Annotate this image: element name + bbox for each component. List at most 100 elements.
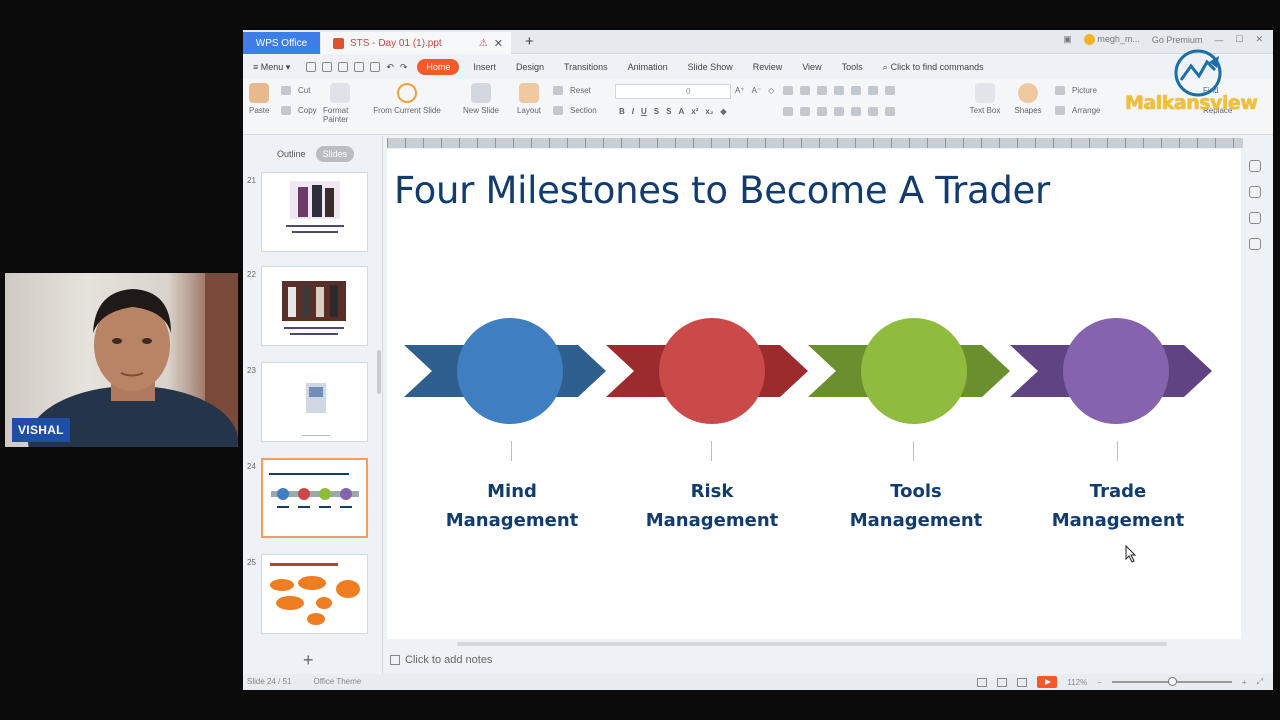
- line-spacing-icon[interactable]: [851, 86, 861, 95]
- animation-pane-icon[interactable]: [1249, 212, 1261, 224]
- zoom-out-icon[interactable]: −: [1097, 678, 1102, 687]
- subscript-icon[interactable]: x₂: [705, 107, 713, 116]
- shadow-icon[interactable]: S: [666, 107, 671, 116]
- slide-thumbnail-24[interactable]: [261, 458, 368, 538]
- strikethrough-icon[interactable]: S: [654, 107, 659, 116]
- tab-review[interactable]: Review: [743, 62, 793, 72]
- slide-canvas[interactable]: Four Milestones to Become A Trader Mind M…: [387, 149, 1241, 639]
- reading-view-icon[interactable]: [1017, 677, 1028, 687]
- tab-transitions[interactable]: Transitions: [554, 62, 618, 72]
- slideshow-play-icon[interactable]: [1037, 676, 1058, 688]
- print-icon[interactable]: [354, 61, 365, 72]
- normal-view-icon[interactable]: [977, 677, 988, 687]
- redo-icon[interactable]: ↷: [400, 62, 408, 73]
- fit-window-icon[interactable]: ⤢: [1257, 677, 1263, 687]
- format-painter-button[interactable]: Format Painter: [323, 83, 357, 124]
- numbering-icon[interactable]: [800, 86, 810, 95]
- preview-icon[interactable]: [370, 61, 381, 72]
- object-properties-icon[interactable]: [1249, 160, 1261, 172]
- smartart-icon[interactable]: [885, 107, 895, 116]
- slide-title[interactable]: Four Milestones to Become A Trader: [394, 169, 1050, 212]
- font-color-icon[interactable]: A: [678, 107, 684, 116]
- cut-button[interactable]: Cut: [281, 86, 310, 95]
- text-box-button[interactable]: Text Box: [967, 83, 1003, 115]
- align-center-icon[interactable]: [800, 107, 810, 116]
- layout-button[interactable]: Layout: [511, 83, 547, 115]
- add-slide-button[interactable]: +: [303, 650, 314, 671]
- from-current-slide-button[interactable]: From Current Slide: [369, 83, 445, 115]
- distribute-icon[interactable]: [851, 107, 861, 116]
- arrange-button[interactable]: Arrange: [1055, 106, 1100, 115]
- shapes-button[interactable]: Shapes: [1011, 83, 1045, 115]
- save-icon[interactable]: [322, 61, 333, 72]
- find-commands[interactable]: ⌕ Click to find commands: [873, 62, 984, 73]
- layout-icon[interactable]: ▣: [1063, 34, 1072, 45]
- bold-icon[interactable]: B: [619, 107, 625, 116]
- align-right-icon[interactable]: [817, 107, 827, 116]
- clear-icon[interactable]: ◈: [720, 107, 726, 116]
- undo-icon[interactable]: ↶: [386, 62, 394, 73]
- columns-icon[interactable]: [868, 86, 878, 95]
- panel-scrollbar[interactable]: [377, 350, 381, 394]
- clear-format-icon[interactable]: ◇: [768, 86, 774, 95]
- style-icon[interactable]: [1249, 186, 1261, 198]
- history-icon[interactable]: [1249, 238, 1261, 250]
- scroll-thumb[interactable]: [457, 642, 1167, 646]
- milestone-label-tools[interactable]: Tools Management: [836, 477, 996, 535]
- tab-slides[interactable]: Slides: [315, 146, 355, 162]
- new-file-icon[interactable]: [306, 61, 317, 72]
- text-direction-icon[interactable]: [885, 86, 895, 95]
- slide-thumbnail-23[interactable]: [261, 362, 368, 442]
- italic-icon[interactable]: I: [632, 107, 634, 116]
- font-size-field[interactable]: 0: [615, 84, 731, 99]
- user-account[interactable]: megh_m...: [1083, 34, 1140, 46]
- justify-icon[interactable]: [834, 107, 844, 116]
- go-premium-link[interactable]: Go Premium: [1152, 35, 1203, 45]
- decrease-font-icon[interactable]: A⁻: [752, 86, 762, 95]
- zoom-slider-knob[interactable]: [1167, 677, 1177, 686]
- decrease-indent-icon[interactable]: [817, 86, 827, 95]
- close-window-icon[interactable]: ✕: [1255, 34, 1263, 45]
- tab-outline[interactable]: Outline: [277, 149, 306, 159]
- tab-insert[interactable]: Insert: [463, 62, 506, 72]
- superscript-icon[interactable]: x²: [691, 107, 698, 116]
- milestone-label-mind[interactable]: Mind Management: [432, 477, 592, 535]
- milestone-label-risk[interactable]: Risk Management: [632, 477, 792, 535]
- document-tab[interactable]: STS - Day 01 (1).ppt ⚠ ✕: [321, 32, 511, 54]
- tab-tools[interactable]: Tools: [832, 62, 873, 72]
- tab-animation[interactable]: Animation: [618, 62, 678, 72]
- align-text-icon[interactable]: [868, 107, 878, 116]
- zoom-slider[interactable]: [1111, 677, 1232, 686]
- copy-button[interactable]: Copy: [281, 106, 317, 115]
- align-left-icon[interactable]: [783, 107, 793, 116]
- paste-button[interactable]: Paste: [249, 83, 269, 115]
- export-pdf-icon[interactable]: [338, 61, 349, 72]
- new-slide-button[interactable]: New Slide: [459, 83, 503, 115]
- close-tab-icon[interactable]: ✕: [494, 37, 503, 50]
- slide-thumbnail-22[interactable]: [261, 266, 368, 346]
- tab-design[interactable]: Design: [506, 62, 554, 72]
- maximize-icon[interactable]: ☐: [1235, 34, 1243, 45]
- underline-icon[interactable]: U: [641, 107, 647, 116]
- minimize-icon[interactable]: —: [1214, 35, 1223, 45]
- section-button[interactable]: Section: [553, 106, 597, 115]
- tab-slide-show[interactable]: Slide Show: [678, 62, 743, 72]
- picture-button[interactable]: Picture: [1055, 86, 1097, 95]
- tab-view[interactable]: View: [792, 62, 831, 72]
- bullets-icon[interactable]: [783, 86, 793, 95]
- slide-thumbnail-25[interactable]: [261, 554, 368, 634]
- new-tab-button[interactable]: +: [525, 33, 534, 50]
- slide-thumbnail-21[interactable]: [261, 172, 368, 252]
- tab-home[interactable]: Home: [417, 59, 460, 75]
- milestone-label-trade[interactable]: Trade Management: [1038, 477, 1198, 535]
- zoom-level[interactable]: 112%: [1067, 678, 1087, 687]
- wps-office-tab[interactable]: WPS Office: [243, 32, 320, 54]
- notes-pane[interactable]: Click to add notes: [387, 650, 1243, 670]
- slide-sorter-icon[interactable]: [997, 677, 1008, 687]
- increase-indent-icon[interactable]: [834, 86, 844, 95]
- zoom-in-icon[interactable]: +: [1242, 678, 1247, 687]
- horizontal-scrollbar[interactable]: [387, 639, 1241, 649]
- increase-font-icon[interactable]: A⁺: [735, 86, 745, 95]
- main-menu-button[interactable]: ≡ Menu ▾: [243, 62, 300, 73]
- reset-button[interactable]: Reset: [553, 86, 591, 95]
